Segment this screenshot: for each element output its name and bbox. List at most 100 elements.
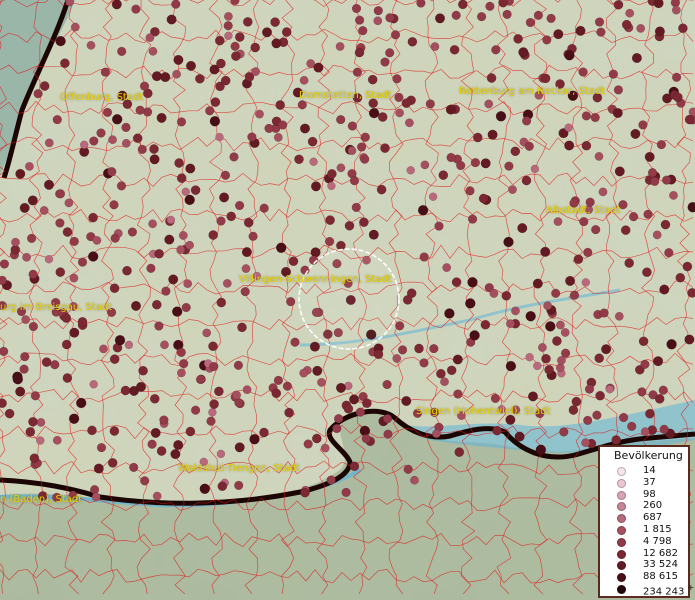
population-marker[interactable] — [581, 278, 591, 287]
population-marker[interactable] — [259, 203, 269, 213]
population-marker[interactable] — [89, 136, 99, 146]
population-marker[interactable] — [44, 254, 54, 264]
population-marker[interactable] — [581, 140, 592, 151]
population-marker[interactable] — [591, 224, 601, 235]
population-marker[interactable] — [62, 373, 73, 383]
population-marker[interactable] — [255, 109, 264, 119]
population-marker[interactable] — [671, 72, 682, 82]
population-marker[interactable] — [109, 426, 120, 436]
population-marker[interactable] — [478, 193, 489, 204]
population-marker[interactable] — [0, 398, 7, 409]
population-marker[interactable] — [656, 139, 667, 150]
population-marker[interactable] — [373, 349, 384, 360]
population-marker[interactable] — [28, 416, 38, 427]
population-marker[interactable] — [233, 360, 244, 370]
population-marker[interactable] — [533, 361, 542, 371]
population-marker[interactable] — [673, 92, 683, 103]
population-marker[interactable] — [273, 375, 284, 386]
population-marker[interactable] — [55, 189, 66, 199]
population-marker[interactable] — [569, 290, 580, 300]
population-marker[interactable] — [385, 48, 395, 58]
population-marker[interactable] — [216, 449, 226, 459]
population-marker[interactable] — [87, 251, 99, 262]
population-marker[interactable] — [485, 1, 495, 11]
population-marker[interactable] — [335, 42, 345, 51]
population-marker[interactable] — [564, 123, 573, 132]
population-marker[interactable] — [241, 264, 251, 274]
population-marker[interactable] — [324, 236, 335, 247]
population-marker[interactable] — [638, 336, 649, 347]
population-marker[interactable] — [216, 216, 226, 226]
population-marker[interactable] — [682, 261, 693, 272]
population-marker[interactable] — [419, 358, 429, 368]
population-marker[interactable] — [185, 163, 196, 174]
population-marker[interactable] — [271, 388, 282, 399]
population-marker[interactable] — [168, 274, 179, 285]
population-marker[interactable] — [206, 416, 216, 426]
population-marker[interactable] — [176, 117, 187, 127]
population-marker[interactable] — [215, 132, 224, 142]
population-marker[interactable] — [0, 259, 10, 269]
population-marker[interactable] — [251, 67, 261, 77]
population-marker[interactable] — [684, 334, 695, 345]
population-marker[interactable] — [545, 321, 556, 332]
population-marker[interactable] — [385, 13, 395, 23]
population-marker[interactable] — [362, 398, 372, 409]
population-marker[interactable] — [510, 146, 521, 157]
population-marker[interactable] — [210, 97, 221, 107]
population-marker[interactable] — [75, 397, 87, 409]
population-marker[interactable] — [359, 217, 369, 228]
population-marker[interactable] — [392, 354, 402, 363]
population-marker[interactable] — [487, 129, 498, 140]
population-marker[interactable] — [598, 187, 608, 197]
population-marker[interactable] — [124, 340, 134, 350]
population-marker[interactable] — [521, 116, 532, 126]
population-marker[interactable] — [430, 42, 440, 52]
population-marker[interactable] — [160, 72, 171, 83]
population-marker[interactable] — [457, 0, 468, 10]
population-marker[interactable] — [446, 365, 457, 376]
population-marker[interactable] — [440, 377, 449, 387]
population-marker[interactable] — [130, 300, 142, 311]
population-marker[interactable] — [490, 393, 501, 404]
population-marker[interactable] — [612, 107, 623, 119]
population-marker[interactable] — [234, 480, 244, 491]
population-marker[interactable] — [402, 295, 413, 305]
population-marker[interactable] — [93, 463, 104, 474]
population-marker[interactable] — [592, 410, 602, 420]
population-marker[interactable] — [300, 487, 310, 498]
population-marker[interactable] — [524, 141, 534, 151]
population-marker[interactable] — [55, 218, 65, 228]
population-marker[interactable] — [36, 436, 45, 445]
population-marker[interactable] — [77, 316, 88, 327]
population-marker[interactable] — [498, 0, 508, 8]
population-marker[interactable] — [581, 438, 591, 448]
population-marker[interactable] — [312, 365, 323, 376]
population-marker[interactable] — [161, 286, 171, 296]
population-marker[interactable] — [525, 17, 536, 28]
population-marker[interactable] — [273, 132, 283, 142]
population-marker[interactable] — [420, 160, 430, 170]
population-marker[interactable] — [642, 267, 652, 278]
population-marker[interactable] — [131, 4, 141, 14]
population-marker[interactable] — [541, 353, 551, 364]
population-marker[interactable] — [62, 227, 73, 237]
population-marker[interactable] — [111, 0, 122, 10]
population-marker[interactable] — [307, 136, 318, 147]
population-marker[interactable] — [214, 386, 224, 397]
population-marker[interactable] — [354, 47, 365, 58]
population-marker[interactable] — [407, 36, 418, 47]
population-marker[interactable] — [222, 278, 232, 288]
population-marker[interactable] — [669, 190, 678, 200]
population-marker[interactable] — [647, 168, 658, 178]
population-marker[interactable] — [278, 120, 288, 130]
population-marker[interactable] — [172, 69, 182, 79]
population-marker[interactable] — [28, 269, 38, 279]
population-marker[interactable] — [352, 67, 363, 77]
population-marker[interactable] — [79, 140, 89, 150]
population-marker[interactable] — [428, 192, 438, 201]
population-marker[interactable] — [454, 447, 465, 457]
population-marker[interactable] — [26, 233, 37, 244]
population-marker[interactable] — [351, 202, 361, 213]
population-marker[interactable] — [241, 247, 252, 258]
